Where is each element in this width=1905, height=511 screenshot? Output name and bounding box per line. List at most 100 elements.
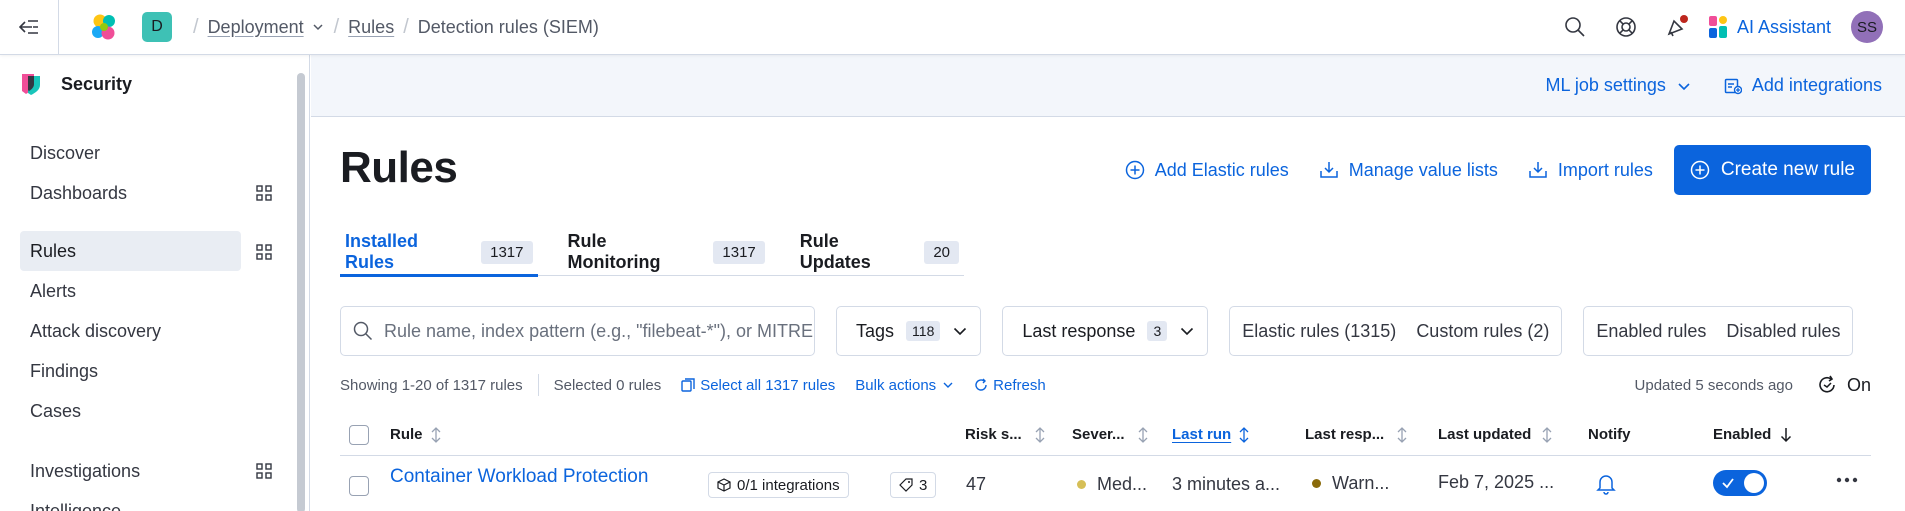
sidebar-item-findings[interactable]: Findings xyxy=(20,351,241,391)
divider xyxy=(537,374,539,396)
column-header-risk-score[interactable]: Risk s... xyxy=(965,426,1046,443)
tags-filter-button[interactable]: Tags 118 xyxy=(836,306,982,356)
ai-assistant-icon xyxy=(1708,16,1727,38)
disabled-rules-filter[interactable]: Disabled rules xyxy=(1726,321,1840,342)
user-avatar[interactable]: SS xyxy=(1851,11,1883,43)
last-response-filter-button[interactable]: Last response 3 xyxy=(1002,306,1209,356)
tab-rule-updates[interactable]: Rule Updates 20 xyxy=(795,229,964,275)
sidebar-item-rules[interactable]: Rules xyxy=(20,231,241,271)
last-response-dot xyxy=(1312,479,1321,488)
manage-value-lists-button[interactable]: Manage value lists xyxy=(1319,160,1498,181)
tab-count-badge: 20 xyxy=(924,240,960,264)
add-integrations-label: Add integrations xyxy=(1751,75,1882,95)
search-button[interactable] xyxy=(1559,11,1591,43)
chevron-down-icon xyxy=(1678,82,1690,90)
row-actions-button[interactable] xyxy=(1836,476,1858,484)
column-header-severity[interactable]: Sever... xyxy=(1072,426,1149,443)
apps-grid-icon[interactable] xyxy=(256,244,272,260)
table-header: Rule Risk s... Sever... Last run Last re… xyxy=(340,414,1871,456)
tab-rule-monitoring[interactable]: Rule Monitoring 1317 xyxy=(563,229,770,275)
checkbox[interactable] xyxy=(349,424,369,445)
ml-job-settings-label: ML job settings xyxy=(1545,75,1666,95)
apps-grid-icon[interactable] xyxy=(256,185,272,201)
integrations-badge[interactable]: 0/1 integrations xyxy=(708,472,849,498)
notify-button[interactable] xyxy=(1596,473,1616,495)
select-all-label: Select all 1317 rules xyxy=(700,376,836,394)
checkbox[interactable] xyxy=(349,476,369,496)
help-button[interactable] xyxy=(1610,11,1642,43)
breadcrumb-current: Detection rules (SIEM) xyxy=(417,16,599,37)
enabled-toggle[interactable] xyxy=(1713,470,1767,496)
tab-label: Installed Rules xyxy=(345,231,419,272)
last-response-count-badge: 3 xyxy=(1147,321,1168,341)
sort-icon xyxy=(1542,426,1552,443)
sidebar-item-intelligence[interactable]: Intelligence xyxy=(20,491,241,511)
rule-name[interactable]: Container Workload Protection xyxy=(390,466,648,488)
top-header: D / Deployment / Rules / Detection rules… xyxy=(0,0,1905,55)
create-new-rule-button[interactable]: Create new rule xyxy=(1673,145,1871,195)
row-checkbox[interactable] xyxy=(349,476,369,496)
ml-job-settings-button[interactable]: ML job settings xyxy=(1546,75,1692,96)
create-new-rule-label: Create new rule xyxy=(1720,159,1855,180)
security-solution-title[interactable]: Security xyxy=(20,72,132,96)
enabled-rules-filter[interactable]: Enabled rules xyxy=(1596,321,1706,342)
select-all-checkbox[interactable] xyxy=(349,424,369,445)
sidebar-item-dashboards[interactable]: Dashboards xyxy=(20,173,241,213)
sidebar-item-label: Discover xyxy=(30,142,101,163)
collapse-nav-button[interactable] xyxy=(0,0,59,55)
refresh-icon xyxy=(975,378,987,391)
column-header-last-response[interactable]: Last resp... xyxy=(1305,426,1408,443)
space-avatar[interactable]: D xyxy=(142,12,172,42)
tab-installed-rules[interactable]: Installed Rules 1317 xyxy=(340,229,538,277)
column-label: Rule xyxy=(390,426,423,443)
tab-label: Rule Updates xyxy=(799,231,871,272)
sidebar-scrollbar[interactable] xyxy=(297,73,305,511)
custom-rules-filter[interactable]: Custom rules (2) xyxy=(1416,321,1549,342)
sidebar-item-investigations[interactable]: Investigations xyxy=(20,451,241,491)
column-header-last-updated[interactable]: Last updated xyxy=(1438,426,1553,443)
breadcrumb-rules[interactable]: Rules xyxy=(348,17,394,38)
sidebar-title: Security xyxy=(61,73,133,94)
column-header-rule[interactable]: Rule xyxy=(390,426,442,443)
sidebar-item-cases[interactable]: Cases xyxy=(20,391,241,431)
bulk-actions-button[interactable]: Bulk actions xyxy=(855,377,954,394)
ai-assistant-button[interactable]: AI Assistant xyxy=(1708,16,1831,38)
auto-refresh-icon xyxy=(1819,375,1835,393)
severity-dot xyxy=(1077,480,1086,489)
news-feed-button[interactable] xyxy=(1661,11,1693,43)
chevron-down-icon[interactable] xyxy=(311,20,325,34)
tab-label: Rule Monitoring xyxy=(567,231,661,272)
sidebar-item-label: Investigations xyxy=(30,460,141,481)
refresh-button[interactable]: Refresh xyxy=(974,377,1046,394)
select-all-button[interactable]: Select all 1317 rules xyxy=(681,377,835,394)
column-header-last-run[interactable]: Last run xyxy=(1172,426,1250,443)
elastic-logo[interactable] xyxy=(89,12,119,42)
tags-badge-box[interactable]: 3 xyxy=(890,472,937,498)
severity-text: Med... xyxy=(1097,474,1148,494)
enabled-switch[interactable] xyxy=(1713,470,1767,496)
rules-table: Rule Risk s... Sever... Last run Last re… xyxy=(340,414,1871,511)
sidebar-item-discover[interactable]: Discover xyxy=(20,133,241,173)
table-utility-bar: Showing 1-20 of 1317 rules Selected 0 ru… xyxy=(340,374,1871,396)
add-integrations-button[interactable]: Add integrations xyxy=(1724,75,1882,96)
integrations-badge-box[interactable]: 0/1 integrations xyxy=(708,472,849,498)
rule-name-link[interactable]: Container Workload Protection xyxy=(390,466,648,488)
import-rules-button[interactable]: Import rules xyxy=(1528,160,1653,181)
breadcrumb-separator: / xyxy=(193,15,199,38)
plus-circle-icon xyxy=(1125,160,1144,180)
elastic-rules-filter[interactable]: Elastic rules (1315) xyxy=(1242,321,1396,342)
apps-grid-icon[interactable] xyxy=(256,463,272,479)
sidebar-item-alerts[interactable]: Alerts xyxy=(20,271,241,311)
column-header-enabled[interactable]: Enabled xyxy=(1713,426,1792,443)
bell-icon xyxy=(1596,475,1616,495)
tab-count-badge: 1317 xyxy=(713,240,765,264)
auto-refresh-toggle[interactable]: On xyxy=(1817,375,1871,396)
rules-search-input[interactable]: Rule name, index pattern (e.g., "filebea… xyxy=(340,306,815,356)
search-icon xyxy=(353,321,373,341)
auto-refresh-label: On xyxy=(1846,374,1871,395)
severity-cell: Med... xyxy=(1077,474,1147,495)
tags-badge[interactable]: 3 xyxy=(890,472,937,498)
breadcrumb-deployment[interactable]: Deployment xyxy=(208,17,304,38)
add-elastic-rules-button[interactable]: Add Elastic rules xyxy=(1125,160,1289,181)
sidebar-item-attack-discovery[interactable]: Attack discovery xyxy=(20,311,241,351)
